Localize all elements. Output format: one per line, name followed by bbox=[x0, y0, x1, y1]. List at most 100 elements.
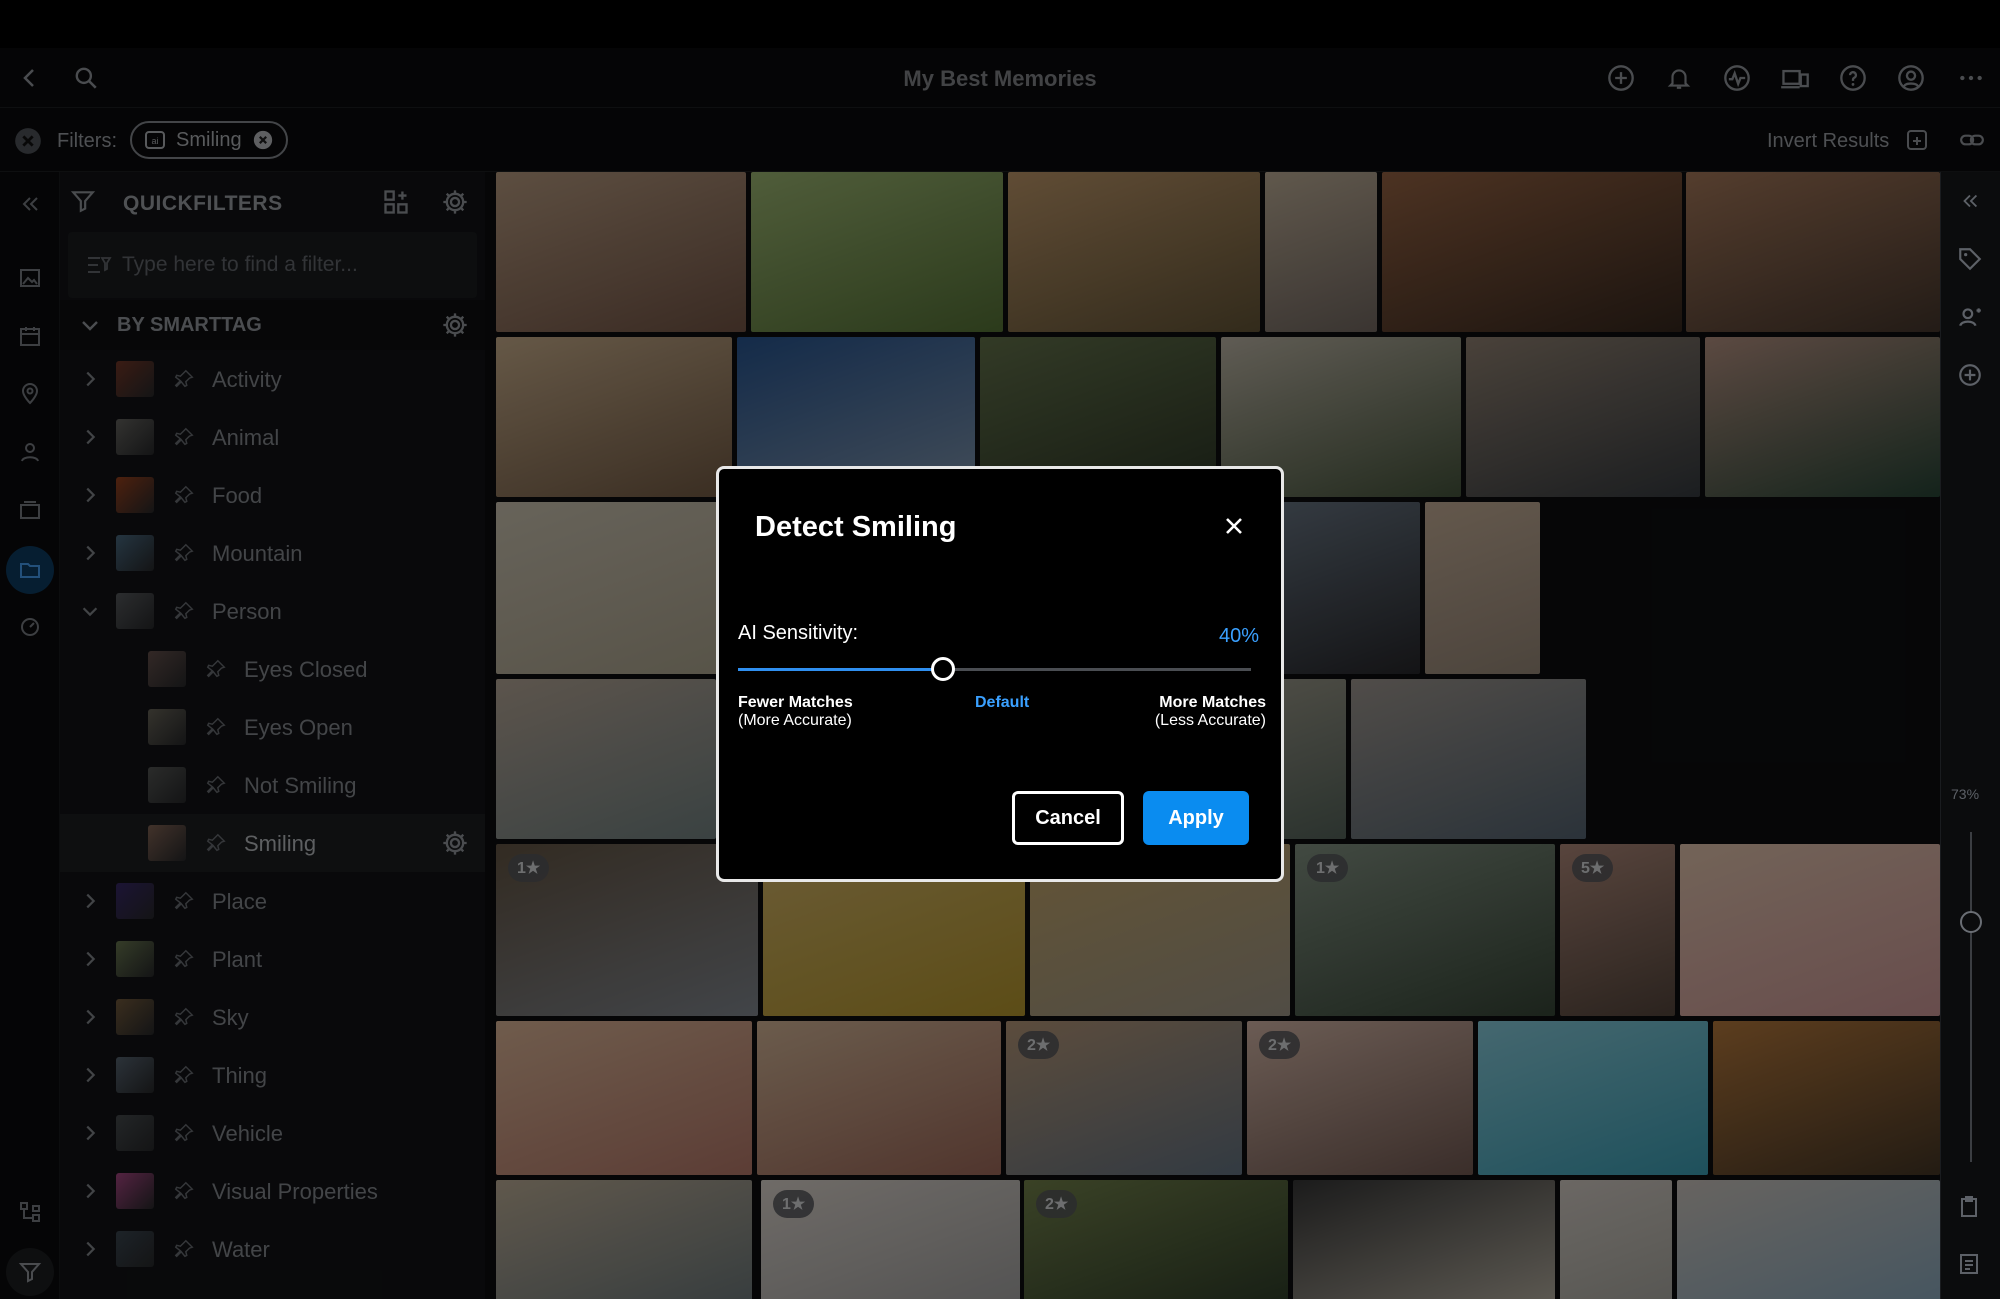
chevron-right-icon[interactable] bbox=[78, 483, 102, 507]
pin-icon[interactable] bbox=[204, 657, 228, 681]
zoom-slider-knob[interactable] bbox=[1960, 911, 1982, 933]
remove-chip-icon[interactable] bbox=[252, 129, 274, 151]
photo-thumbnail[interactable] bbox=[1713, 1021, 1940, 1175]
smarttag-item[interactable]: Thing bbox=[60, 1046, 485, 1104]
people-icon[interactable] bbox=[10, 432, 50, 472]
bell-icon[interactable] bbox=[1661, 60, 1697, 96]
invert-results-label[interactable]: Invert Results bbox=[1767, 130, 1889, 153]
add-widget-icon[interactable] bbox=[382, 188, 410, 216]
tag-gear-icon[interactable] bbox=[441, 829, 469, 857]
chevron-right-icon[interactable] bbox=[78, 1121, 102, 1145]
photos-icon[interactable] bbox=[10, 258, 50, 298]
zoom-slider-track[interactable] bbox=[1970, 832, 1972, 1162]
smarttag-item[interactable]: Eyes Closed bbox=[60, 640, 485, 698]
photo-thumbnail[interactable] bbox=[1008, 172, 1260, 332]
photo-thumbnail[interactable] bbox=[757, 1021, 1001, 1175]
smarttag-item[interactable]: Place bbox=[60, 872, 485, 930]
close-icon[interactable] bbox=[1219, 511, 1249, 541]
pin-icon[interactable] bbox=[172, 1063, 196, 1087]
calendar-icon[interactable] bbox=[10, 316, 50, 356]
pin-icon[interactable] bbox=[204, 831, 228, 855]
photo-thumbnail[interactable] bbox=[496, 172, 746, 332]
smarttag-item[interactable]: Plant bbox=[60, 930, 485, 988]
smarttag-item[interactable]: Visual Properties bbox=[60, 1162, 485, 1220]
photo-thumbnail[interactable] bbox=[496, 679, 716, 839]
pin-icon[interactable] bbox=[172, 483, 196, 507]
devices-icon[interactable] bbox=[1777, 60, 1813, 96]
dashboard-icon[interactable] bbox=[10, 606, 50, 646]
cancel-button[interactable]: Cancel bbox=[1012, 791, 1124, 845]
apply-button[interactable]: Apply bbox=[1143, 791, 1249, 845]
chevron-right-icon[interactable] bbox=[78, 1179, 102, 1203]
clipboard-icon[interactable] bbox=[1957, 1194, 1981, 1220]
photo-thumbnail[interactable] bbox=[1560, 1180, 1672, 1299]
pin-icon[interactable] bbox=[172, 541, 196, 565]
chevron-right-icon[interactable] bbox=[78, 541, 102, 565]
hierarchy-icon[interactable] bbox=[10, 1192, 50, 1232]
pin-icon[interactable] bbox=[172, 947, 196, 971]
more-icon[interactable] bbox=[1953, 60, 1989, 96]
photo-thumbnail[interactable] bbox=[1686, 172, 1940, 332]
photo-thumbnail[interactable] bbox=[1293, 1180, 1555, 1299]
smarttag-item[interactable]: Sky bbox=[60, 988, 485, 1046]
gear-icon[interactable] bbox=[441, 188, 469, 216]
smarttag-item[interactable]: Mountain bbox=[60, 524, 485, 582]
smarttag-item[interactable]: Person bbox=[60, 582, 485, 640]
smarttag-item[interactable]: Food bbox=[60, 466, 485, 524]
photo-thumbnail[interactable] bbox=[751, 172, 1003, 332]
photo-thumbnail[interactable]: 2★ bbox=[1024, 1180, 1288, 1299]
location-icon[interactable] bbox=[10, 374, 50, 414]
pin-icon[interactable] bbox=[172, 1179, 196, 1203]
photo-thumbnail[interactable] bbox=[496, 1021, 752, 1175]
chevron-right-icon[interactable] bbox=[78, 1237, 102, 1261]
photo-thumbnail[interactable] bbox=[1351, 679, 1586, 839]
photo-thumbnail[interactable]: 2★ bbox=[1006, 1021, 1242, 1175]
photo-thumbnail[interactable] bbox=[1478, 1021, 1708, 1175]
filter-chip-smiling[interactable]: ai Smiling bbox=[130, 121, 288, 159]
pin-icon[interactable] bbox=[204, 773, 228, 797]
clear-filters-icon[interactable] bbox=[14, 127, 42, 155]
chevron-right-icon[interactable] bbox=[78, 947, 102, 971]
pin-icon[interactable] bbox=[172, 367, 196, 391]
photo-thumbnail[interactable]: 2★ bbox=[1247, 1021, 1473, 1175]
details-icon[interactable] bbox=[1957, 1252, 1981, 1276]
smarttag-item[interactable]: Animal bbox=[60, 408, 485, 466]
section-gear-icon[interactable] bbox=[441, 311, 469, 339]
folders-icon[interactable] bbox=[6, 546, 54, 594]
pin-icon[interactable] bbox=[172, 1121, 196, 1145]
smarttag-item[interactable]: Eyes Open bbox=[60, 698, 485, 756]
smarttag-section-header[interactable]: BY SMARTTAG bbox=[60, 300, 485, 350]
default-marker-label[interactable]: Default bbox=[975, 694, 1029, 712]
expand-right-icon[interactable] bbox=[1959, 190, 1981, 212]
photo-thumbnail[interactable]: 1★ bbox=[761, 1180, 1020, 1299]
chevron-right-icon[interactable] bbox=[78, 425, 102, 449]
smarttag-item[interactable]: Activity bbox=[60, 350, 485, 408]
chevron-down-icon[interactable] bbox=[78, 599, 102, 623]
filter-search-input[interactable] bbox=[122, 250, 462, 280]
pin-icon[interactable] bbox=[172, 1005, 196, 1029]
photo-thumbnail[interactable] bbox=[496, 337, 732, 497]
link-icon[interactable] bbox=[1958, 126, 1986, 154]
smarttag-item[interactable]: Water bbox=[60, 1220, 485, 1278]
pin-icon[interactable] bbox=[172, 599, 196, 623]
sensitivity-slider[interactable] bbox=[738, 657, 1251, 681]
face-tag-icon[interactable] bbox=[1957, 304, 1983, 330]
chevron-right-icon[interactable] bbox=[78, 367, 102, 391]
tag-icon[interactable] bbox=[1957, 246, 1983, 272]
sensitivity-slider-knob[interactable] bbox=[931, 657, 956, 681]
photo-thumbnail[interactable] bbox=[496, 1180, 752, 1299]
chevron-right-icon[interactable] bbox=[78, 1063, 102, 1087]
collapse-panel-icon[interactable] bbox=[10, 184, 50, 224]
invert-toggle-icon[interactable] bbox=[1903, 126, 1931, 154]
photo-thumbnail[interactable] bbox=[1705, 337, 1940, 497]
pin-icon[interactable] bbox=[204, 715, 228, 739]
photo-thumbnail[interactable]: 5★ bbox=[1560, 844, 1675, 1016]
photo-thumbnail[interactable] bbox=[1425, 502, 1540, 674]
add-circle-icon[interactable] bbox=[1957, 362, 1983, 388]
chevron-down-icon[interactable] bbox=[78, 313, 102, 337]
photo-thumbnail[interactable] bbox=[1677, 1180, 1940, 1299]
photo-thumbnail[interactable] bbox=[1466, 337, 1700, 497]
filter-icon[interactable] bbox=[6, 1248, 54, 1296]
pin-icon[interactable] bbox=[172, 425, 196, 449]
chevron-right-icon[interactable] bbox=[78, 889, 102, 913]
